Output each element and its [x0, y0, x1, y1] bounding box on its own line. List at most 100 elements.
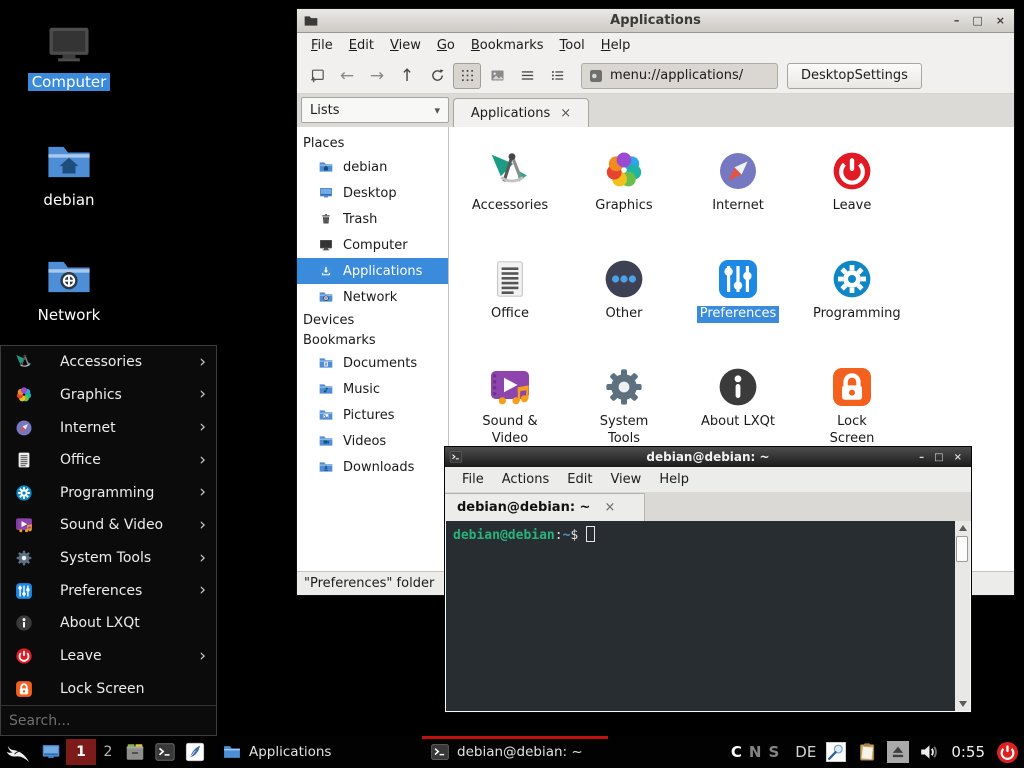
menu-actions[interactable]: Actions — [493, 472, 559, 487]
menu-bookmarks[interactable]: Bookmarks — [463, 38, 552, 53]
screenshot-tool-icon[interactable] — [825, 741, 847, 763]
fm-panel-tab-row: Lists ▾ Applications × — [297, 94, 1014, 127]
grid-item-graphics[interactable]: Graphics — [567, 135, 681, 243]
grid-item-office[interactable]: Office — [453, 243, 567, 351]
close-button[interactable]: × — [996, 14, 1005, 27]
grid-item-other[interactable]: Other — [567, 243, 681, 351]
new-tab-button[interactable] — [303, 63, 331, 89]
clock[interactable]: 0:55 — [951, 743, 985, 761]
reload-button[interactable] — [423, 63, 451, 89]
maximize-button[interactable]: □ — [972, 14, 982, 27]
desktop-icon-debian[interactable]: debian — [21, 136, 117, 209]
grid-item-about-lxqt[interactable]: About LXQt — [681, 351, 795, 459]
back-button[interactable]: ← — [333, 63, 361, 89]
power-button-icon[interactable] — [996, 741, 1019, 764]
desktop-settings-button[interactable]: DesktopSettings — [787, 63, 922, 89]
menu-item-preferences[interactable]: Preferences › — [1, 574, 216, 607]
sidebar-item-videos[interactable]: Videos — [297, 428, 448, 454]
menu-item-lock-screen[interactable]: Lock Screen — [1, 672, 216, 705]
desktop-icon-network[interactable]: Network — [21, 251, 117, 324]
icon-view-button[interactable] — [453, 63, 481, 89]
menu-item-sound-video[interactable]: Sound & Video › — [1, 509, 216, 542]
detailed-view-button[interactable] — [543, 63, 571, 89]
menu-help[interactable]: Help — [593, 38, 639, 53]
grid-item-sound-video[interactable]: Sound & Video — [453, 351, 567, 459]
task-terminal[interactable]: debian@debian: ~ — [422, 736, 608, 768]
compact-view-button[interactable] — [513, 63, 541, 89]
fm-titlebar[interactable]: Applications – □ × — [297, 9, 1014, 33]
sidebar-item-documents[interactable]: Documents — [297, 350, 448, 376]
keyboard-layout-indicator[interactable]: DE — [795, 743, 816, 761]
menu-item-system-tools[interactable]: System Tools › — [1, 542, 216, 575]
system-tools-icon — [14, 548, 34, 568]
workspace-1-button[interactable]: 1 — [66, 739, 96, 765]
sidebar-item-network[interactable]: Network — [297, 284, 448, 310]
menu-go[interactable]: Go — [429, 38, 463, 53]
menu-item-internet[interactable]: Internet › — [1, 411, 216, 444]
menu-view[interactable]: View — [382, 38, 429, 53]
menu-search-input[interactable]: Search... — [1, 705, 216, 735]
applications-icon — [318, 263, 334, 279]
menu-tool[interactable]: Tool — [552, 38, 593, 53]
grid-item-lock-screen[interactable]: Lock Screen — [795, 351, 909, 459]
minimize-button[interactable]: – — [954, 14, 960, 27]
menu-file[interactable]: File — [303, 38, 341, 53]
terminal-tab[interactable]: debian@debian: ~ × — [445, 493, 645, 521]
terminal-console[interactable]: debian@debian:~$ — [446, 521, 955, 711]
sidebar-item-trash[interactable]: Trash — [297, 206, 448, 232]
menu-item-accessories[interactable]: Accessories › — [1, 346, 216, 379]
minimize-button[interactable]: – — [919, 452, 924, 463]
forward-button[interactable]: → — [363, 63, 391, 89]
menu-item-office[interactable]: Office › — [1, 444, 216, 477]
sidebar-item-desktop[interactable]: Desktop — [297, 180, 448, 206]
scroll-down-icon[interactable] — [955, 697, 970, 711]
menu-item-graphics[interactable]: Graphics › — [1, 379, 216, 412]
grid-item-accessories[interactable]: Accessories — [453, 135, 567, 243]
workspace-2-button[interactable]: 2 — [96, 739, 120, 765]
show-desktop-button[interactable] — [36, 736, 66, 768]
menu-item-leave[interactable]: Leave › — [1, 640, 216, 673]
start-menu-button[interactable] — [0, 736, 36, 768]
sidebar-item-music[interactable]: Music — [297, 376, 448, 402]
sidebar-item-applications[interactable]: Applications — [297, 258, 448, 284]
sidebar-item-debian[interactable]: debian — [297, 154, 448, 180]
scroll-up-icon[interactable] — [955, 521, 970, 535]
menu-file[interactable]: File — [453, 472, 493, 487]
tab-applications[interactable]: Applications × — [453, 98, 589, 127]
terminal-scrollbar[interactable] — [955, 521, 970, 711]
address-bar[interactable]: menu://applications/ — [581, 63, 778, 89]
close-button[interactable]: × — [954, 452, 962, 463]
tab-close-icon[interactable]: × — [560, 106, 571, 121]
grid-item-programming[interactable]: Programming — [795, 243, 909, 351]
menu-view[interactable]: View — [601, 472, 650, 487]
maximize-button[interactable]: □ — [934, 452, 943, 463]
location-icon — [588, 68, 604, 84]
desktop-icon-computer[interactable]: Computer — [21, 18, 117, 91]
quicklaunch-featherpad[interactable] — [180, 736, 210, 768]
menu-edit[interactable]: Edit — [341, 38, 382, 53]
grid-item-internet[interactable]: Internet — [681, 135, 795, 243]
task-applications[interactable]: Applications — [214, 736, 422, 768]
sidebar-item-pictures[interactable]: Pictures — [297, 402, 448, 428]
clipboard-icon[interactable] — [856, 741, 878, 763]
quicklaunch-terminal[interactable] — [150, 736, 180, 768]
sidebar-item-downloads[interactable]: Downloads — [297, 454, 448, 480]
up-button[interactable]: ↑ — [393, 63, 421, 89]
sidebar-mode-dropdown[interactable]: Lists ▾ — [301, 97, 449, 123]
sidebar-item-computer[interactable]: Computer — [297, 232, 448, 258]
grid-item-system-tools[interactable]: System Tools — [567, 351, 681, 459]
grid-item-leave[interactable]: Leave — [795, 135, 909, 243]
menu-edit[interactable]: Edit — [558, 472, 601, 487]
menu-item-programming[interactable]: Programming › — [1, 477, 216, 510]
volume-icon[interactable] — [918, 741, 940, 763]
tab-close-icon[interactable]: × — [604, 500, 615, 515]
terminal-titlebar[interactable]: debian@debian: ~ – □ × — [445, 447, 971, 467]
quicklaunch-file-manager[interactable] — [120, 736, 150, 768]
menu-item-about-lxqt[interactable]: About LXQt — [1, 607, 216, 640]
eject-removable-media-icon[interactable] — [887, 741, 909, 763]
menu-help[interactable]: Help — [650, 472, 698, 487]
grid-item-preferences[interactable]: Preferences — [681, 243, 795, 351]
scrollbar-thumb[interactable] — [956, 536, 968, 562]
thumbnail-view-button[interactable] — [483, 63, 511, 89]
file-manager-icon — [124, 741, 146, 763]
